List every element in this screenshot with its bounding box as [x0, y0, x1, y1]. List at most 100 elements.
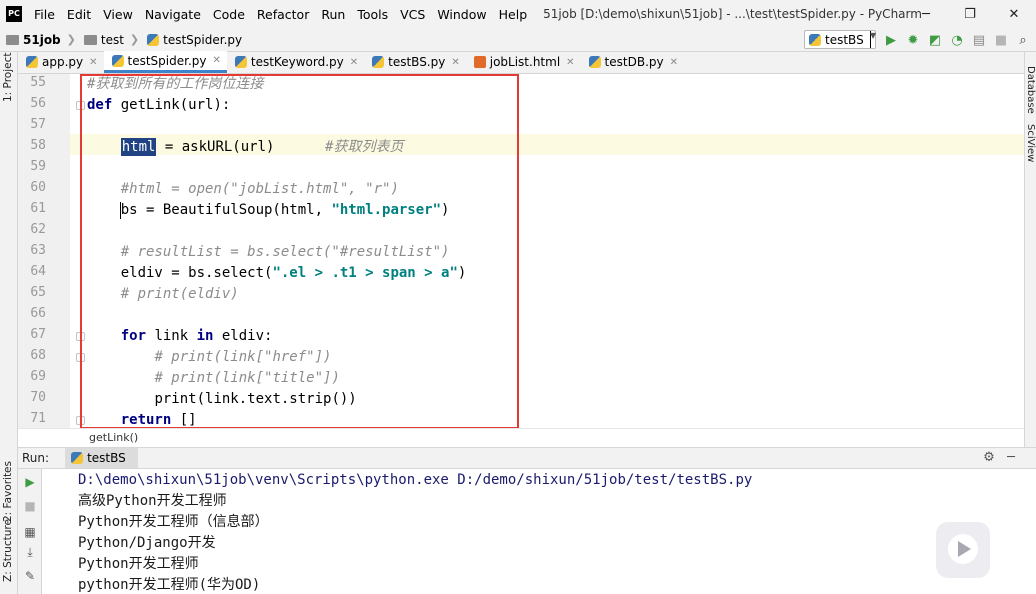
run-tab-testbs[interactable]: testBS: [65, 448, 138, 468]
tab-testdb-py[interactable]: testDB.py ✕: [581, 51, 684, 73]
menu-run[interactable]: Run: [315, 7, 351, 22]
close-icon[interactable]: ✕: [566, 57, 574, 68]
code-text: ): [441, 202, 450, 218]
menu-help[interactable]: Help: [493, 7, 534, 22]
comment: # print(link["href"]): [154, 349, 332, 365]
fold-marker-icon[interactable]: [76, 332, 85, 341]
search-icon[interactable]: ⌕: [1012, 31, 1034, 49]
line-number: 59: [30, 159, 46, 174]
python-file-icon: [147, 33, 160, 46]
debug-icon[interactable]: ✹: [902, 31, 924, 49]
tab-testkeyword-py[interactable]: testKeyword.py ✕: [227, 51, 364, 73]
close-icon[interactable]: ✕: [350, 57, 358, 68]
menu-edit[interactable]: Edit: [61, 7, 97, 22]
run-configuration-select[interactable]: testBS ▼: [804, 30, 876, 49]
keyword: in: [196, 328, 214, 344]
line-number: 55: [30, 75, 46, 90]
code-text: getLink(url):: [112, 97, 231, 113]
favorites-tool-button[interactable]: 2: Favorites: [2, 461, 14, 522]
comment: # resultList = bs.select("#resultList"): [120, 244, 450, 260]
gear-icon[interactable]: ⚙: [978, 450, 1000, 465]
menu-navigate[interactable]: Navigate: [139, 7, 207, 22]
editor-breadcrumb[interactable]: getLink(): [18, 428, 1024, 446]
line-number: 67: [30, 327, 46, 342]
code-editor[interactable]: 55 56 57 58 59 60 61 62 63 64 65 66 67 6…: [18, 74, 1024, 428]
coverage-icon[interactable]: ◩: [924, 31, 946, 49]
comment: #获取到所有的工作岗位连接: [87, 76, 264, 92]
close-icon[interactable]: ✕: [670, 57, 678, 68]
structure-tool-button[interactable]: Z: Structure: [2, 519, 14, 582]
sciview-tool-button[interactable]: SciView: [1025, 124, 1036, 162]
navigation-bar: 51job ❯ test ❯ testSpider.py testBS ▼ ▶ …: [0, 28, 1036, 52]
close-button[interactable]: ✕: [992, 7, 1036, 22]
profile-icon[interactable]: ◔: [946, 31, 968, 49]
code-text: link: [146, 328, 197, 344]
close-icon[interactable]: ✕: [213, 55, 221, 66]
menu-code[interactable]: Code: [207, 7, 251, 22]
line-number: 62: [30, 222, 46, 237]
string-literal: "html.parser": [331, 202, 442, 218]
folder-icon: [6, 34, 19, 45]
stop-icon[interactable]: ■: [23, 499, 37, 513]
crumb-project-label: 51job: [23, 32, 61, 47]
database-tool-button[interactable]: Database: [1025, 66, 1036, 114]
code-line-69: # print(link["title"]): [87, 368, 339, 389]
crumb-folder[interactable]: test: [83, 33, 124, 47]
tab-label: testBS.py: [388, 55, 446, 69]
restore-button[interactable]: ❐: [948, 7, 992, 22]
menu-vcs[interactable]: VCS: [394, 7, 431, 22]
code-line-55: #获取到所有的工作岗位连接: [87, 74, 263, 95]
menu-window[interactable]: Window: [431, 7, 492, 22]
tab-joblist-html[interactable]: jobList.html ✕: [466, 51, 581, 73]
run-console[interactable]: D:\demo\shixun\51job\venv\Scripts\python…: [43, 469, 1036, 594]
tab-testspider-py[interactable]: testSpider.py ✕: [103, 51, 227, 73]
line-number: 56: [30, 96, 46, 111]
build-icon[interactable]: ▤: [968, 31, 990, 49]
crumb-project[interactable]: 51job: [6, 33, 61, 47]
tab-label: app.py: [42, 55, 84, 69]
menu-refactor[interactable]: Refactor: [251, 7, 315, 22]
code-line-68: # print(link["href"]): [87, 347, 331, 368]
keyword: return: [120, 412, 172, 428]
left-tool-strip: 1: Project 2: Favorites Z: Structure: [0, 52, 18, 594]
menu-tools[interactable]: Tools: [351, 7, 394, 22]
code-line-60: #html = open("jobList.html", "r"): [87, 179, 399, 200]
run-config-label: testBS: [825, 32, 864, 47]
close-icon[interactable]: ✕: [89, 57, 97, 68]
code-line-70: print(link.text.strip()): [87, 389, 356, 410]
line-number: 63: [30, 243, 46, 258]
menu-file[interactable]: File: [28, 7, 61, 22]
pin-icon[interactable]: ✎: [23, 569, 37, 583]
menu-view[interactable]: View: [97, 7, 139, 22]
editor-gutter: 55 56 57 58 59 60 61 62 63 64 65 66 67 6…: [18, 74, 70, 428]
close-icon[interactable]: ✕: [451, 57, 459, 68]
fold-marker-icon[interactable]: [76, 101, 85, 110]
stop-icon[interactable]: ■: [990, 31, 1012, 49]
keyword: def: [87, 97, 113, 113]
minimize-button[interactable]: ─: [904, 7, 948, 22]
console-line: 高级Python开发工程师: [78, 493, 227, 509]
code-line-65: # print(eldiv): [87, 284, 239, 305]
line-number: 57: [30, 117, 46, 132]
fold-marker-icon[interactable]: [76, 416, 85, 425]
console-line: Python开发工程师（信息部）: [78, 514, 269, 530]
code-line-67: for link in eldiv:: [87, 326, 273, 347]
layout-icon[interactable]: ▦: [23, 525, 37, 539]
minimize-panel-icon[interactable]: ─: [1000, 450, 1022, 465]
line-number: 71: [30, 411, 46, 426]
run-icon[interactable]: ▶: [880, 31, 902, 49]
pycharm-logo-icon: PC: [6, 6, 22, 22]
fold-marker-icon[interactable]: [76, 353, 85, 362]
project-tool-button[interactable]: 1: Project: [2, 53, 14, 102]
string-literal: ".el > .t1 > span > a": [272, 265, 458, 281]
console-line: Python/Django开发: [78, 535, 216, 551]
code-text: bs = BeautifulSoup(html,: [120, 202, 332, 218]
rerun-icon[interactable]: ▶: [23, 475, 37, 489]
code-line-61: bs = BeautifulSoup(html, "html.parser"): [87, 200, 449, 221]
line-number: 60: [30, 180, 46, 195]
tab-testbs-py[interactable]: testBS.py ✕: [364, 51, 466, 73]
tab-app-py[interactable]: app.py ✕: [18, 51, 104, 73]
folder-icon: [83, 34, 97, 45]
scroll-to-end-icon[interactable]: ⤓: [23, 545, 37, 559]
crumb-file[interactable]: testSpider.py: [147, 33, 242, 47]
